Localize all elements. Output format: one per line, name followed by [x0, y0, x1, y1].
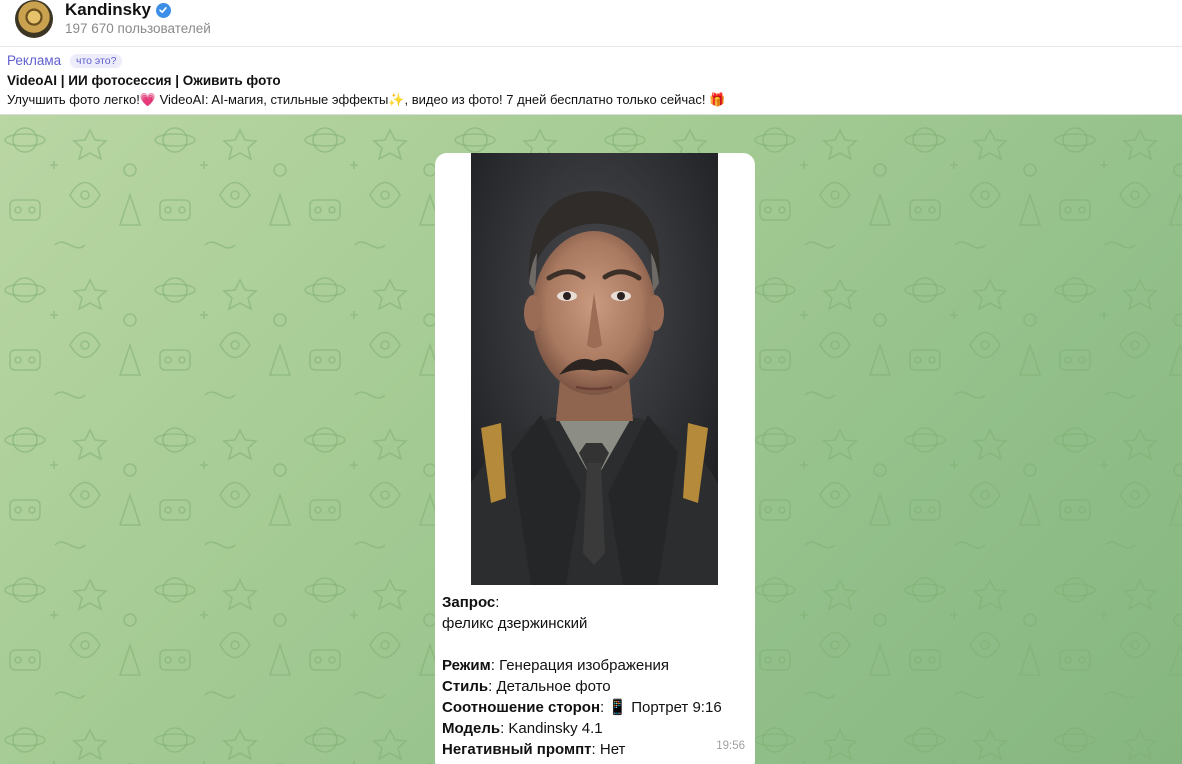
ad-label: Реклама [7, 53, 62, 68]
negative-prompt-value: Нет [599, 741, 626, 758]
verified-icon [155, 2, 171, 18]
caption-request-label-line: Запрос: [442, 594, 500, 611]
mode-label: Режим [442, 657, 491, 674]
portrait-illustration [471, 153, 718, 585]
telegram-window: Kandinsky 197 670 пользователей Реклама … [0, 0, 1182, 764]
ad-text-part: , видео из фото! 7 дней бесплатно только… [404, 92, 710, 107]
caption-negative-line: Негативный промпт: Нет [442, 741, 626, 758]
ratio-label: Соотношение сторон [442, 699, 601, 716]
sparkles-icon: ✨ [388, 92, 405, 107]
caption-ratio-line: Соотношение сторон: 📱 Портрет 9:16 [442, 699, 722, 716]
caption-style-line: Стиль: Детальное фото [442, 678, 611, 695]
model-label: Модель [442, 720, 501, 737]
negative-prompt-label: Негативный промпт [442, 741, 592, 758]
style-label: Стиль [442, 678, 489, 695]
ad-text-part: Улучшить фото легко! [7, 92, 140, 107]
ad-info-button[interactable]: что это? [70, 54, 123, 68]
channel-title-row: Kandinsky [65, 0, 171, 20]
heart-icon: 💗 [139, 92, 156, 107]
message-time: 19:56 [716, 740, 745, 752]
ad-text-part: VideoAI: AI-магия, стильные эффекты [156, 92, 389, 107]
channel-avatar[interactable] [15, 0, 53, 38]
request-label: Запрос [442, 594, 496, 611]
channel-header[interactable]: Kandinsky 197 670 пользователей [0, 0, 1182, 47]
caption-model-line: Модель: Kandinsky 4.1 [442, 720, 603, 737]
ratio-value: Портрет 9:16 [631, 699, 722, 716]
ad-text: Улучшить фото легко!💗 VideoAI: AI-магия,… [7, 92, 725, 108]
generated-portrait-image[interactable] [471, 153, 718, 585]
request-value: феликс дзержинский [442, 615, 588, 632]
message-caption: Запрос: феликс дзержинский Режим: Генера… [442, 592, 742, 760]
style-value: Детальное фото [496, 678, 611, 695]
subscriber-count: 197 670 пользователей [65, 21, 211, 36]
channel-name[interactable]: Kandinsky [65, 0, 151, 20]
gift-icon: 🎁 [709, 92, 726, 107]
phone-icon: 📱 [608, 699, 628, 716]
mode-value: Генерация изображения [499, 657, 669, 674]
ad-title[interactable]: VideoAI | ИИ фотосессия | Оживить фото [7, 73, 281, 88]
chat-area[interactable]: Запрос: феликс дзержинский Режим: Генера… [0, 115, 1182, 764]
caption-mode-line: Режим: Генерация изображения [442, 657, 669, 674]
sponsored-message[interactable]: Реклама что это? VideoAI | ИИ фотосессия… [0, 47, 1182, 115]
model-value: Kandinsky 4.1 [508, 720, 603, 737]
message-bubble[interactable]: Запрос: феликс дзержинский Режим: Генера… [435, 153, 755, 764]
